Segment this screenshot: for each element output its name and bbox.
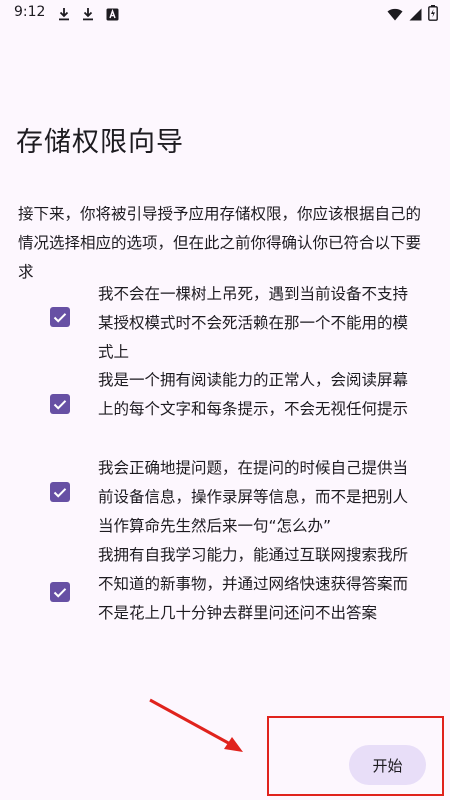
start-button[interactable]: 开始 bbox=[349, 745, 426, 785]
annotation-arrow bbox=[149, 698, 243, 752]
